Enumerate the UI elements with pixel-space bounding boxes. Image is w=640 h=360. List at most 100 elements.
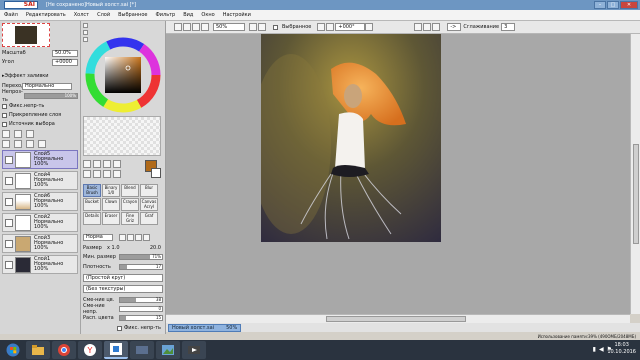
selection-source-checkbox[interactable] — [2, 121, 7, 127]
stabilizer-mode[interactable]: -> — [447, 23, 462, 31]
brush-texture-select[interactable]: (Без текстуры) — [83, 285, 163, 293]
tool-eraser[interactable]: Eraser — [102, 212, 120, 225]
flip-v-icon[interactable] — [423, 23, 432, 31]
rotate-left-icon[interactable] — [249, 23, 257, 31]
layer-item-slot1[interactable]: Слой1 Нормально 100% — [2, 255, 78, 274]
tool-clown[interactable]: Clown — [102, 198, 120, 211]
min-size-slider[interactable]: 71% — [119, 254, 163, 260]
eyedropper-icon[interactable] — [113, 170, 121, 178]
blending-slider[interactable]: 38 — [119, 297, 163, 303]
lock-opacity-checkbox[interactable] — [2, 103, 7, 109]
visibility-eye-icon[interactable] — [5, 197, 13, 206]
clip-layer-checkbox[interactable] — [2, 112, 7, 118]
sai-task[interactable] — [104, 341, 128, 359]
menu-selection[interactable]: Выбранное — [118, 12, 147, 18]
app-task[interactable] — [130, 341, 154, 359]
rotate-ccw-icon[interactable] — [317, 23, 326, 31]
angle-field[interactable]: +000° — [335, 23, 366, 31]
secondary-color-swatch[interactable] — [151, 168, 161, 178]
smoothing-field[interactable]: 3 — [501, 23, 516, 31]
brush-mode-select[interactable]: Норма — [83, 233, 113, 241]
marquee-icon[interactable] — [83, 160, 91, 168]
visibility-eye-icon[interactable] — [5, 239, 13, 248]
layer-item-slot5[interactable]: Слой5 Нормально 100% — [2, 150, 78, 169]
dilution-slider[interactable]: 0 — [119, 306, 163, 312]
merge-icon[interactable] — [14, 140, 22, 148]
zoom-field[interactable]: 50% — [213, 23, 245, 31]
scale-field[interactable]: 50.0% — [52, 49, 78, 57]
zoom-reset-icon[interactable] — [192, 23, 200, 31]
menu-window[interactable]: Окно — [201, 12, 214, 18]
tip-hard-icon[interactable] — [135, 233, 142, 241]
size-value[interactable]: 20.0 — [123, 245, 161, 251]
select-icon[interactable] — [432, 23, 441, 31]
document-tab[interactable]: Новый холст.sai 50% — [168, 323, 242, 332]
move-icon[interactable] — [113, 160, 121, 168]
visibility-eye-icon[interactable] — [5, 218, 13, 227]
new-folder-icon[interactable] — [26, 130, 34, 138]
menu-canvas[interactable]: Холст — [74, 12, 89, 18]
tip-flat-icon[interactable] — [143, 233, 150, 241]
zoom-tool-icon[interactable] — [83, 170, 91, 178]
layer-item-slot2[interactable]: Слой2 Нормально 100% — [2, 213, 78, 232]
layer-item-slot3[interactable]: Слой3 Нормально 100% — [2, 234, 78, 253]
navigator-preview[interactable] — [2, 23, 50, 47]
visibility-eye-icon[interactable] — [5, 260, 13, 269]
close-button[interactable]: ✕ — [620, 1, 638, 9]
delete-layer-icon[interactable] — [38, 140, 46, 148]
volume-icon[interactable]: ◀ — [599, 346, 604, 353]
opacity-slider[interactable]: 100% — [24, 93, 78, 99]
color-wheel[interactable] — [83, 35, 163, 115]
lasso-icon[interactable] — [93, 160, 101, 168]
tool-bucket[interactable]: Bucket — [83, 198, 101, 211]
tool-blur[interactable]: Blur — [140, 184, 158, 197]
menu-edit[interactable]: Редактировать — [26, 12, 66, 18]
tip-round-icon[interactable] — [119, 233, 126, 241]
clear-layer-icon[interactable] — [26, 140, 34, 148]
flip-icon[interactable] — [414, 23, 423, 31]
start-button[interactable] — [2, 341, 24, 359]
layer-item-slot6[interactable]: Слой6 Нормально 100% — [2, 192, 78, 211]
vertical-scrollbar[interactable] — [630, 34, 640, 314]
size-multiplier[interactable]: x 1.0 — [107, 245, 123, 251]
hand-tool-icon[interactable] — [103, 170, 111, 178]
photos-task[interactable] — [156, 341, 180, 359]
tool-canvas-acryl[interactable]: Canvas Acryl — [140, 198, 158, 211]
rotate-right-icon[interactable] — [258, 23, 266, 31]
layer-item-slot4[interactable]: Слой4 Нормально 100% — [2, 171, 78, 190]
horizontal-scrollbar[interactable] — [166, 314, 630, 323]
network-icon[interactable]: ▮ — [593, 346, 596, 353]
minimize-button[interactable]: – — [594, 1, 606, 9]
artwork-canvas[interactable] — [261, 34, 441, 242]
effect-label[interactable]: Эффект заливки — [5, 72, 49, 80]
chrome-task[interactable] — [52, 341, 76, 359]
nav-angle-field[interactable]: +0000 — [52, 58, 78, 66]
zoom-fit-icon[interactable] — [201, 23, 209, 31]
menu-filter[interactable]: Фильтр — [155, 12, 175, 18]
tool-crayon[interactable]: Crayon — [121, 198, 139, 211]
maximize-button[interactable]: □ — [607, 1, 619, 9]
magic-wand-icon[interactable] — [103, 160, 111, 168]
selection-checkbox[interactable] — [273, 24, 278, 30]
tip-soft-icon[interactable] — [127, 233, 134, 241]
video-task[interactable] — [182, 341, 206, 359]
color-wheel-mode-icon[interactable] — [83, 23, 88, 28]
rotate-cw-icon[interactable] — [326, 23, 335, 31]
blend-mode-select[interactable]: Нормально — [22, 82, 72, 90]
horizontal-scroll-thumb[interactable] — [326, 316, 466, 322]
new-layer-icon[interactable] — [2, 130, 10, 138]
visibility-eye-icon[interactable] — [5, 155, 13, 164]
density-slider[interactable]: 17 — [119, 264, 163, 270]
yandex-task[interactable]: Y — [78, 341, 102, 359]
tool-details[interactable]: Details — [83, 212, 101, 225]
tool-binary[interactable]: Binary 1/0 — [102, 184, 120, 197]
merge-down-icon[interactable] — [2, 140, 10, 148]
menu-file[interactable]: Файл — [4, 12, 18, 18]
tool-blend[interactable]: Blend — [121, 184, 139, 197]
rotate-reset-icon[interactable] — [365, 23, 374, 31]
visibility-eye-icon[interactable] — [5, 176, 13, 185]
menu-settings[interactable]: Настройки — [223, 12, 251, 18]
clock[interactable]: 18:03 10.10.2016 — [607, 342, 636, 356]
tool-fine-griz[interactable]: Fine Griz — [121, 212, 139, 225]
zoom-out-icon[interactable] — [174, 23, 182, 31]
